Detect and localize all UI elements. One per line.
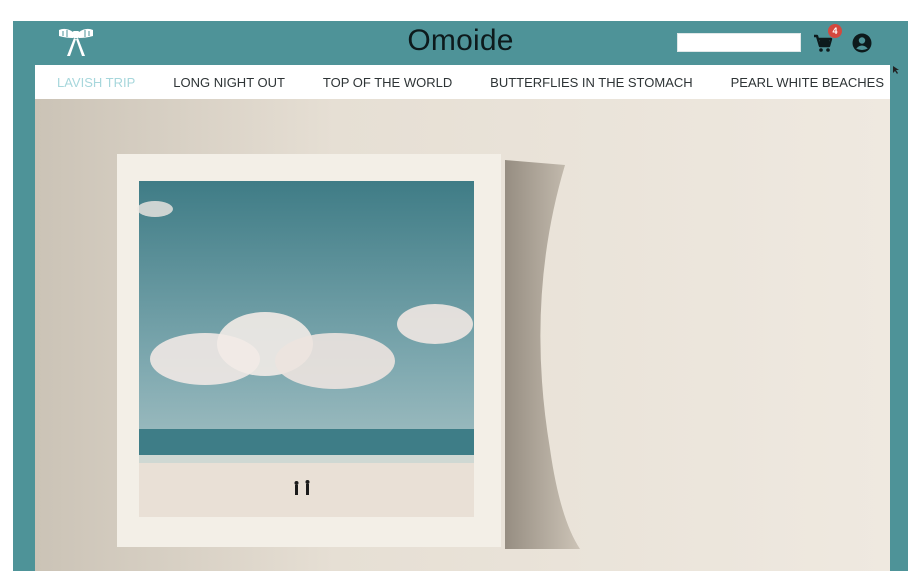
nav-item-pearl-white-beaches[interactable]: PEARL WHITE BEACHES bbox=[731, 75, 884, 90]
category-nav: LAVISH TRIP LONG NIGHT OUT TOP OF THE WO… bbox=[35, 65, 890, 99]
user-circle-icon[interactable] bbox=[851, 32, 873, 54]
search-input[interactable] bbox=[677, 33, 801, 52]
nav-item-butterflies-in-the-stomach[interactable]: BUTTERFLIES IN THE STOMACH bbox=[490, 75, 693, 90]
nav-item-lavish-trip[interactable]: LAVISH TRIP bbox=[57, 75, 135, 90]
app-frame: Omoide 4 LAVISH TRIP LONG NIGHT OUT TOP … bbox=[13, 21, 908, 571]
nav-item-long-night-out[interactable]: LONG NIGHT OUT bbox=[173, 75, 285, 90]
hero-image bbox=[35, 99, 890, 571]
cart-count-badge: 4 bbox=[828, 24, 842, 38]
mouse-cursor-icon bbox=[893, 66, 899, 74]
nav-item-top-of-the-world[interactable]: TOP OF THE WORLD bbox=[323, 75, 452, 90]
site-header: Omoide 4 bbox=[13, 21, 908, 65]
